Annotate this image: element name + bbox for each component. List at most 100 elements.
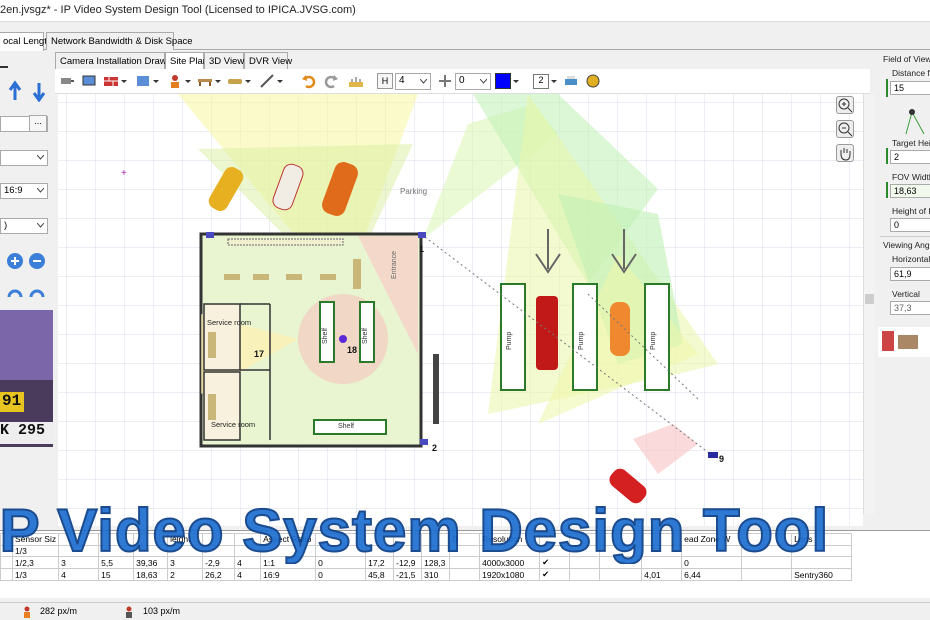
person-density-icon-2	[126, 606, 132, 618]
tab-dvr-view[interactable]: DVR View	[244, 52, 292, 70]
browse-button[interactable]: ...	[29, 115, 47, 132]
right-panel: Field of View Distance fr 15 Target Heig…	[878, 52, 930, 522]
target-height-label: Target Heig	[892, 138, 930, 148]
fov-section-title: Field of View	[883, 54, 930, 64]
zoom-out-icon	[838, 122, 853, 137]
plate-top: 91	[0, 392, 24, 412]
pan-button[interactable]	[836, 144, 854, 162]
tab-3d-views[interactable]: 3D Views	[204, 52, 249, 70]
line-width-combo[interactable]: 2	[533, 74, 549, 89]
outer-tab-strip: ocal Length Network Bandwidth & Disk Spa…	[0, 32, 930, 51]
line-tool-icon[interactable]	[259, 73, 275, 89]
tilt-combo[interactable]: 0	[455, 73, 491, 90]
label-service-1: Service room	[207, 318, 252, 327]
tab-camera-installation[interactable]: Camera Installation Drawing	[55, 52, 179, 70]
undo-icon[interactable]	[301, 73, 317, 89]
left-combo-4[interactable]: )	[0, 218, 48, 234]
wall-tool-icon[interactable]	[103, 73, 119, 89]
table-row[interactable]: 1/3	[0, 544, 853, 557]
label-pump-1: Pump	[506, 331, 513, 350]
camera-marker-a	[206, 232, 214, 238]
monitor-tool-icon[interactable]	[81, 73, 97, 89]
label-camera-18: 18	[347, 345, 358, 355]
fov-diagram-icon	[905, 109, 925, 135]
car-tool-icon[interactable]	[227, 73, 243, 89]
height-of-label: Height of L	[892, 206, 930, 216]
shape-tool-icon[interactable]	[135, 73, 151, 89]
distance-label: Distance fr	[892, 68, 930, 78]
rotate-icons[interactable]	[6, 285, 48, 303]
aspect-ratio-combo[interactable]: 16:9	[0, 183, 48, 199]
canvas-vertical-scrollbar[interactable]	[863, 94, 875, 514]
hand-icon	[840, 148, 851, 161]
person-tool-icon[interactable]	[167, 73, 183, 89]
window-title: 2en.jvsgz* - IP Video System Design Tool…	[0, 4, 356, 16]
vertical-angle-label: Vertical	[892, 289, 920, 299]
inner-tab-strip: Camera Installation Drawing Site Plan 3D…	[55, 52, 875, 71]
zoom-plus-minus-icons[interactable]	[6, 252, 48, 270]
label-camera-9: 9	[719, 454, 725, 464]
store-window	[433, 354, 439, 424]
plate-bottom: K 295	[0, 422, 53, 444]
measure-tool-icon[interactable]	[348, 73, 364, 89]
label-pump-3: Pump	[650, 331, 657, 350]
svg-text:+: +	[121, 168, 127, 179]
camera-18	[339, 335, 347, 343]
camera-table[interactable]: Sensor Siz leight Aspect Ratio D Resoluti…	[0, 530, 930, 598]
thumbnail-preview	[878, 327, 930, 357]
zoom-out-button[interactable]	[836, 120, 854, 138]
viewing-angle-section-title: Viewing Ang	[883, 240, 930, 250]
label-shelf-2: Shelf	[362, 328, 369, 344]
vertical-angle-input[interactable]: 37,3	[890, 301, 930, 315]
label-service-2: Service room	[211, 420, 256, 429]
site-plan-toolbar: H 4 0 2	[55, 69, 870, 94]
label-shelf-3: Shelf	[338, 423, 354, 430]
horizontal-angle-input[interactable]: 61,9	[890, 267, 930, 281]
camera-data-table[interactable]: Sensor Siz leight Aspect Ratio D Resoluti…	[0, 533, 853, 581]
table-header: Sensor Siz leight Aspect Ratio D Resoluti…	[0, 533, 853, 546]
camera-2	[420, 439, 428, 445]
camera-tool-icon[interactable]	[59, 73, 75, 89]
label-camera-17: 17	[254, 349, 265, 359]
pixel-density-1: 282 px/m	[40, 606, 78, 616]
camera-1	[418, 232, 426, 238]
car-orange-2	[610, 302, 630, 356]
label-camera-2: 2	[432, 443, 438, 453]
tab-focal-length[interactable]: ocal Length	[0, 32, 52, 51]
left-combo-2[interactable]	[0, 150, 48, 166]
redo-icon[interactable]	[323, 73, 339, 89]
camera-9	[708, 452, 718, 458]
site-plan-drawing[interactable]: +	[58, 94, 863, 526]
left-indicator	[0, 66, 8, 68]
height-of-input[interactable]: 0	[890, 218, 930, 232]
status-bar: 282 px/m 103 px/m	[0, 602, 930, 620]
table-row[interactable]: 1/3 4 15 18,63 2 26,2 4 16:9 0 45,8 -21,5 310 1920x1…	[0, 568, 853, 581]
arrow-up-down-icons[interactable]	[8, 80, 48, 102]
label-camera-1: 1	[419, 244, 425, 254]
fov-width-label: FOV Width	[892, 172, 930, 182]
site-plan-canvas[interactable]: + Parking Entrance Service room Service …	[58, 94, 863, 526]
pixel-density-2: 103 px/m	[143, 606, 181, 616]
label-pump-2: Pump	[578, 331, 585, 350]
print-icon[interactable]	[563, 73, 579, 89]
tilt-icon	[439, 75, 451, 87]
horizontal-angle-label: Horizontal	[892, 254, 930, 264]
zoom-in-button[interactable]	[836, 96, 854, 114]
tape-measure-icon[interactable]	[585, 73, 601, 89]
table-row[interactable]: 1/2,3 3 5,5 39,36 3 -2,9 4 1:1 0 17,2 -12,9 128,3 40…	[0, 556, 853, 569]
height-combo[interactable]: 4	[395, 73, 431, 90]
title-bar: 2en.jvsgz* - IP Video System Design Tool…	[0, 0, 930, 22]
bench-tool-icon[interactable]	[197, 73, 213, 89]
zoom-in-icon	[838, 98, 853, 113]
fov-width-input[interactable]: 18,63	[890, 184, 930, 198]
person-density-icon-1	[24, 606, 30, 618]
color-swatch[interactable]	[495, 73, 511, 89]
tab-network-bandwidth[interactable]: Network Bandwidth & Disk Space	[46, 32, 193, 50]
camera-preview: 91 K 295	[0, 310, 53, 447]
label-parking: Parking	[400, 187, 428, 196]
label-shelf-1: Shelf	[322, 328, 329, 344]
height-label: H	[377, 73, 393, 89]
left-panel: ... 16:9 ) 91 K 295	[0, 52, 55, 452]
target-height-input[interactable]: 2	[890, 150, 930, 164]
distance-input[interactable]: 15	[890, 81, 930, 95]
